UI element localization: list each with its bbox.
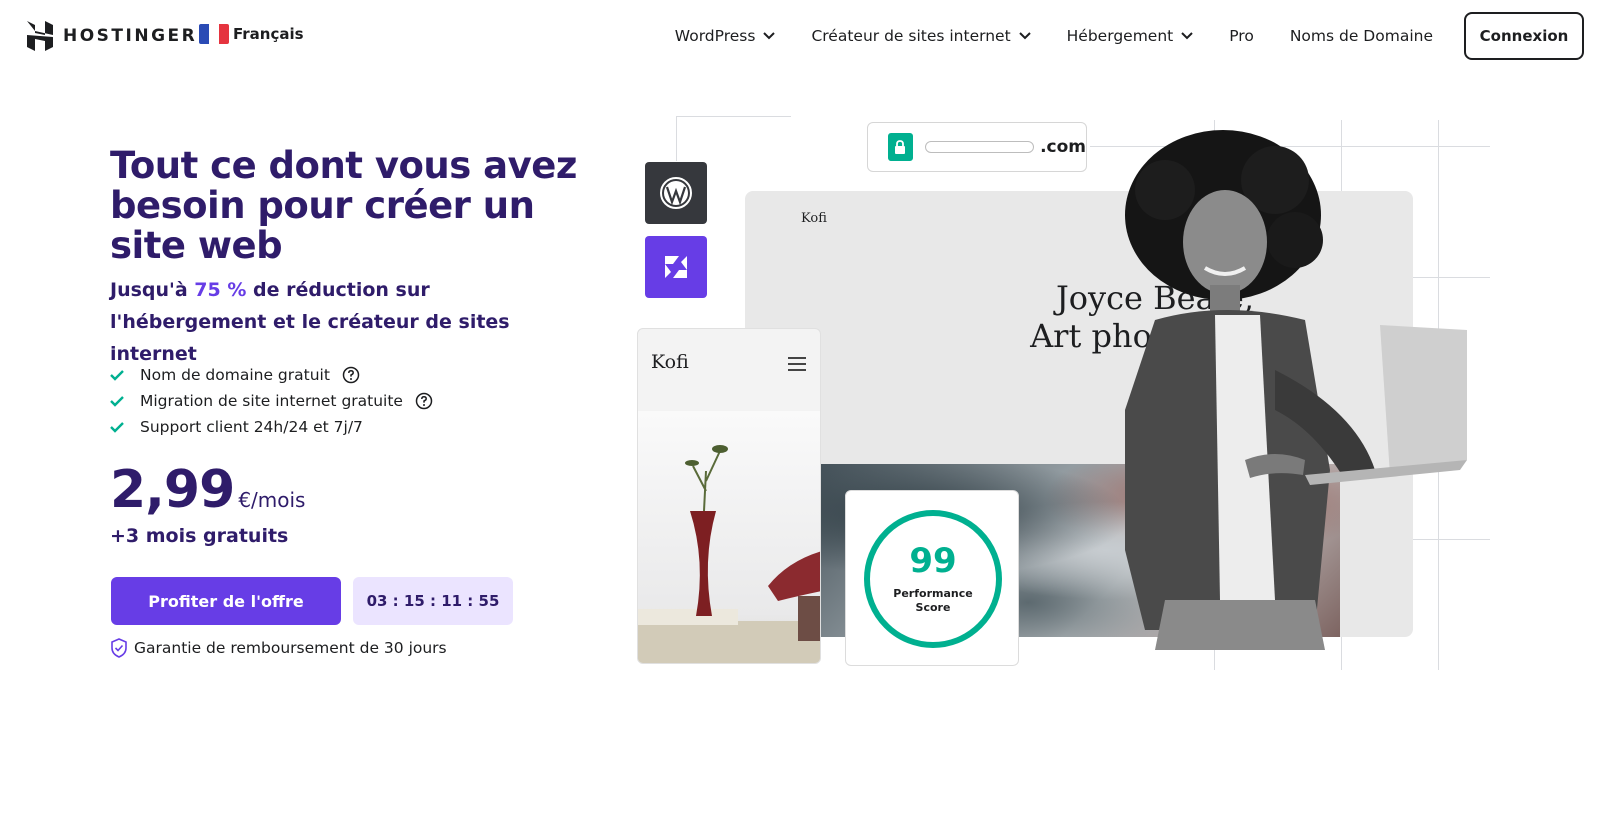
lock-icon — [888, 133, 913, 161]
wordpress-icon — [645, 162, 707, 224]
price-value: 2,99 — [110, 460, 235, 520]
performance-score-value: 99 — [909, 541, 957, 581]
feature-label: Migration de site internet gratuite — [140, 392, 403, 410]
check-icon — [110, 396, 124, 407]
nav-item-wordpress[interactable]: WordPress — [675, 27, 776, 45]
question-circle-icon[interactable] — [415, 392, 433, 410]
list-item: Support client 24h/24 et 7j/7 — [110, 414, 433, 440]
nav-label: Pro — [1229, 27, 1254, 45]
nav-item-domains[interactable]: Noms de Domaine — [1290, 27, 1433, 45]
hero-illustration: .com Kofi Joyce Beale, Art photograph — [630, 110, 1510, 670]
shield-check-icon — [111, 638, 127, 658]
site-header: HOSTINGER Français WordPress Créateur de… — [0, 0, 1600, 72]
feature-label: Nom de domaine gratuit — [140, 366, 330, 384]
menu-icon — [788, 357, 806, 375]
performance-score-label: Performance Score — [846, 587, 1020, 615]
label-line: Score — [915, 601, 951, 614]
nav-item-hosting[interactable]: Hébergement — [1067, 27, 1194, 45]
nav-item-website-builder[interactable]: Créateur de sites internet — [811, 27, 1031, 45]
nav-item-pro[interactable]: Pro — [1229, 27, 1254, 45]
mobile-brand: Kofi — [651, 351, 689, 373]
nav-label: WordPress — [674, 27, 756, 45]
money-back-guarantee: Garantie de remboursement de 30 jours — [110, 638, 447, 658]
chevron-down-icon — [763, 32, 776, 40]
hostinger-logo-icon — [27, 21, 53, 51]
chevron-down-icon — [1018, 32, 1031, 40]
mobile-header: Kofi — [638, 329, 820, 411]
nav-label: Noms de Domaine — [1289, 27, 1433, 45]
guarantee-text: Garantie de remboursement de 30 jours — [134, 639, 447, 657]
woman-with-laptop-image — [1125, 130, 1467, 650]
claim-offer-button[interactable]: Profiter de l'offre — [111, 577, 341, 625]
bonus-months: +3 mois gratuits — [110, 525, 289, 547]
check-icon — [110, 370, 124, 381]
price-unit: €/mois — [238, 488, 306, 512]
url-placeholder — [924, 141, 1035, 153]
logo-text: HOSTINGER — [63, 26, 198, 46]
question-circle-icon[interactable] — [342, 366, 360, 384]
language-label: Français — [233, 25, 304, 43]
domain-search-bar: .com — [867, 122, 1087, 172]
hostinger-builder-icon — [645, 236, 707, 298]
feature-list: Nom de domaine gratuit Migration de site… — [110, 362, 433, 440]
feature-label: Support client 24h/24 et 7j/7 — [140, 418, 363, 436]
price: 2,99 €/mois — [110, 460, 305, 520]
countdown-timer: 03 : 15 : 11 : 55 — [353, 577, 513, 625]
grid-line — [676, 116, 791, 117]
list-item: Migration de site internet gratuite — [110, 388, 433, 414]
logo-link[interactable]: HOSTINGER — [27, 21, 197, 51]
login-button[interactable]: Connexion — [1464, 12, 1584, 60]
list-item: Nom de domaine gratuit — [110, 362, 433, 388]
discount-highlight: 75 % — [194, 279, 247, 301]
hero-title: Tout ce dont vous avez besoin pour créer… — [110, 144, 577, 267]
label-line: Performance — [893, 587, 973, 600]
desktop-brand: Kofi — [801, 211, 827, 226]
performance-score-card: 99 Performance Score — [845, 490, 1019, 666]
subtitle-prefix: Jusqu'à — [110, 279, 195, 301]
france-flag-icon — [199, 24, 229, 44]
nav-label: Créateur de sites internet — [811, 27, 1011, 45]
hero-subtitle: Jusqu'à 75 % de réduction sur l'hébergem… — [110, 274, 580, 370]
nav-label: Hébergement — [1066, 27, 1174, 45]
main-nav: WordPress Créateur de sites internet Héb… — [639, 0, 1433, 72]
language-selector[interactable]: Français — [199, 24, 304, 44]
chevron-down-icon — [1181, 32, 1193, 40]
vase-photo — [638, 411, 820, 663]
check-icon — [110, 422, 124, 433]
mobile-site-preview: Kofi — [637, 328, 821, 664]
grid-line — [676, 116, 677, 161]
domain-suffix: .com — [1040, 137, 1086, 157]
